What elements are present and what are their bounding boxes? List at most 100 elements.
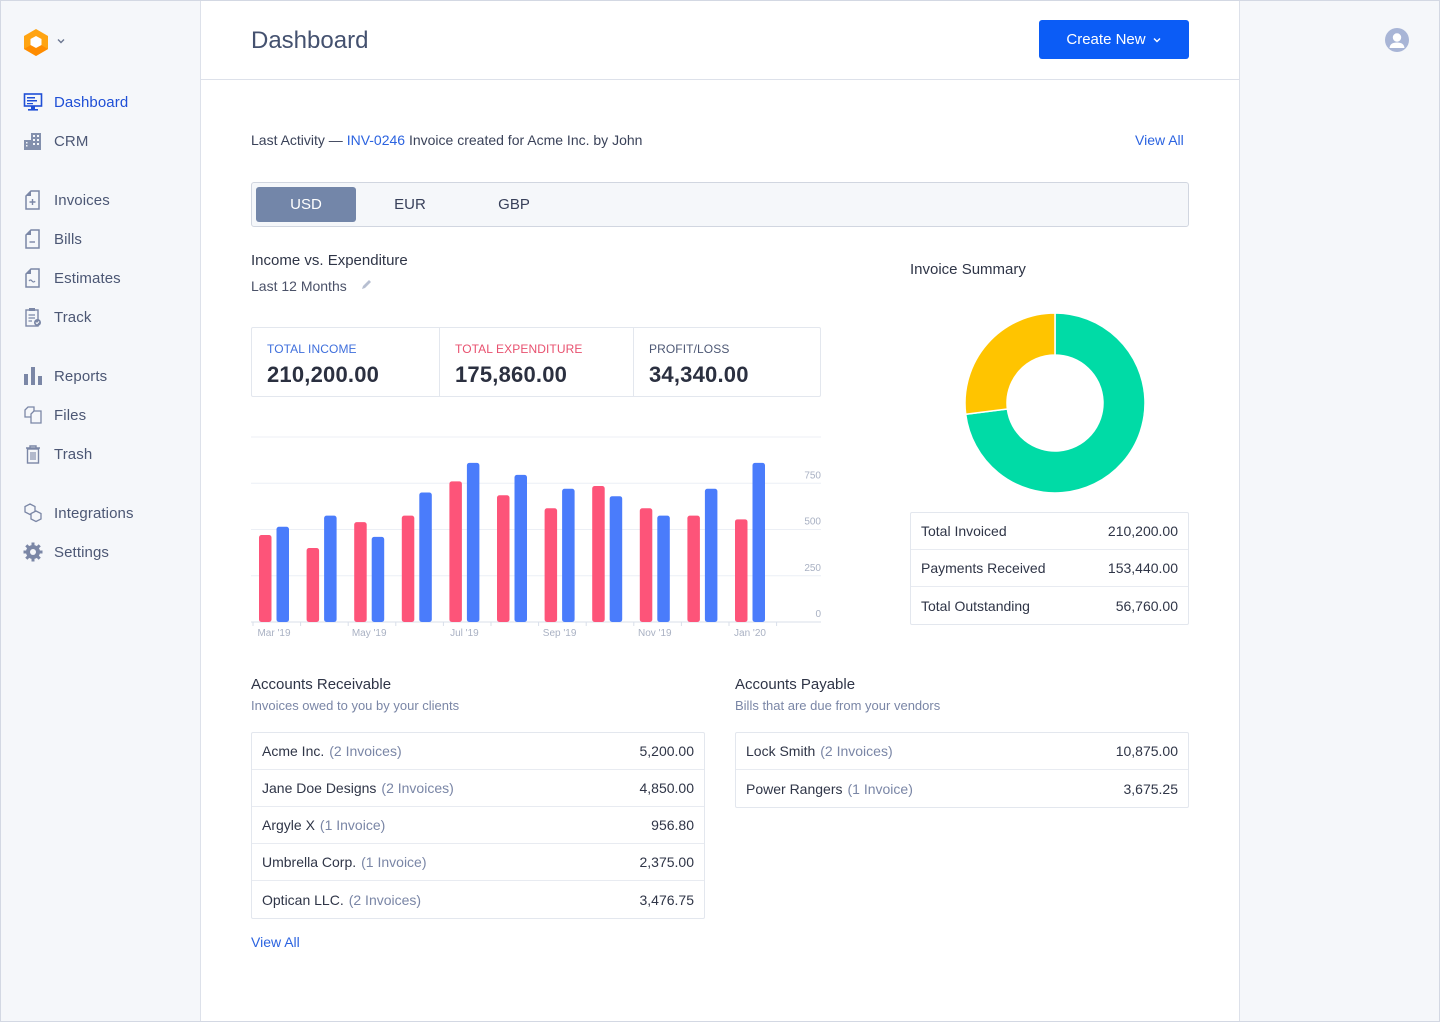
payable-list: Lock Smith (2 Invoices) 10,875.00 Power R… xyxy=(735,732,1189,808)
user-avatar-icon[interactable] xyxy=(1385,28,1409,52)
x-tick-label: Nov '19 xyxy=(638,628,672,639)
invoice-count: (2 Invoices) xyxy=(820,743,893,759)
sidebar: Dashboard CRM Invoices Bills Estimates T… xyxy=(1,1,201,1021)
invoice-count: (1 Invoice) xyxy=(847,780,913,797)
sidebar-item-label: Trash xyxy=(54,445,93,463)
sidebar-item-crm[interactable]: CRM xyxy=(23,129,88,153)
stat-value: 175,860.00 xyxy=(455,362,568,387)
bar-expenditure xyxy=(687,515,700,622)
last-activity: Last Activity — INV-0246 Invoice created… xyxy=(251,132,642,148)
client-name: Argyle X xyxy=(262,817,315,833)
stat-value: 34,340.00 xyxy=(649,362,749,387)
income-section-title: Income vs. Expenditure xyxy=(251,252,408,269)
stat-value: 210,200.00 xyxy=(267,362,380,387)
list-item[interactable]: Acme Inc. (2 Invoices) 5,200.00 xyxy=(252,733,704,770)
tab-gbp[interactable]: GBP xyxy=(464,187,564,222)
payable-title: Accounts Payable xyxy=(735,676,856,693)
client-name: Acme Inc. xyxy=(262,743,325,759)
bar-income xyxy=(657,515,670,622)
sidebar-item-label: Settings xyxy=(54,543,109,561)
income-stats: TOTAL INCOME 210,200.00 TOTAL EXPENDITUR… xyxy=(251,327,821,397)
sidebar-item-label: Dashboard xyxy=(54,93,129,111)
chevron-down-icon[interactable] xyxy=(55,35,67,47)
amount: 956.80 xyxy=(651,817,694,833)
list-item[interactable]: Lock Smith (2 Invoices) 10,875.00 xyxy=(736,733,1188,770)
hexagon-logo-icon[interactable] xyxy=(22,28,50,56)
pencil-icon[interactable] xyxy=(360,278,373,291)
invoice-summary-table: Total Invoiced 210,200.00 Payments Recei… xyxy=(910,512,1189,625)
bar-expenditure xyxy=(592,486,605,622)
sidebar-item-label: Integrations xyxy=(54,504,134,522)
x-tick-label: Sep '19 xyxy=(543,628,577,639)
tab-usd[interactable]: USD xyxy=(256,187,356,222)
gear-icon xyxy=(23,542,43,562)
tab-eur[interactable]: EUR xyxy=(360,187,460,222)
amount: 5,200.00 xyxy=(639,743,695,759)
list-item[interactable]: Optican LLC. (2 Invoices) 3,476.75 xyxy=(252,881,704,918)
buildings-icon xyxy=(23,131,43,151)
stat-label: TOTAL EXPENDITURE xyxy=(455,342,583,356)
bar-income xyxy=(609,496,623,622)
sidebar-item-trash[interactable]: Trash xyxy=(23,442,92,466)
bar-income xyxy=(324,515,337,622)
sidebar-item-track[interactable]: Track xyxy=(23,305,91,329)
sidebar-item-dashboard[interactable]: Dashboard xyxy=(23,90,128,114)
chevron-down-icon xyxy=(1153,37,1161,42)
sidebar-item-settings[interactable]: Settings xyxy=(23,540,109,564)
create-new-label: Create New xyxy=(1066,31,1146,48)
summary-value: 56,760.00 xyxy=(1115,597,1178,614)
sidebar-item-label: Invoices xyxy=(54,191,110,209)
monitor-icon xyxy=(23,92,43,112)
sidebar-item-bills[interactable]: Bills xyxy=(23,227,82,251)
summary-label: Total Outstanding xyxy=(921,597,1030,614)
receivable-title: Accounts Receivable xyxy=(251,676,392,693)
list-item[interactable]: Power Rangers (1 Invoice) 3,675.25 xyxy=(736,770,1188,807)
bar-income xyxy=(276,526,289,622)
activity-view-all-link[interactable]: View All xyxy=(1135,132,1184,148)
bar-expenditure xyxy=(497,495,510,622)
sidebar-item-invoices[interactable]: Invoices xyxy=(23,188,110,212)
amount: 2,375.00 xyxy=(639,854,695,870)
summary-value: 153,440.00 xyxy=(1107,560,1178,576)
stat-total-expenditure: TOTAL EXPENDITURE 175,860.00 xyxy=(440,328,634,396)
activity-invoice-link[interactable]: INV-0246 xyxy=(347,132,405,148)
x-tick-label: Jan '20 xyxy=(734,628,766,639)
list-item[interactable]: Argyle X (1 Invoice) 956.80 xyxy=(252,807,704,844)
bar-expenditure xyxy=(735,519,748,622)
amount: 3,675.25 xyxy=(1123,780,1179,797)
sidebar-item-files[interactable]: Files xyxy=(23,403,86,427)
list-item[interactable]: Jane Doe Designs (2 Invoices) 4,850.00 xyxy=(252,770,704,807)
client-name: Jane Doe Designs xyxy=(262,780,377,796)
summary-value: 210,200.00 xyxy=(1107,523,1178,539)
sidebar-item-label: CRM xyxy=(54,132,89,150)
bar-expenditure xyxy=(306,548,320,622)
sidebar-item-label: Track xyxy=(54,308,92,326)
client-name: Umbrella Corp. xyxy=(262,854,357,870)
receivable-view-all-link[interactable]: View All xyxy=(251,934,300,950)
bar-income xyxy=(371,536,385,622)
summary-label: Total Invoiced xyxy=(921,523,1007,539)
sidebar-item-integrations[interactable]: Integrations xyxy=(23,501,134,525)
invoice-count: (1 Invoice) xyxy=(319,817,386,833)
files-icon xyxy=(23,405,43,425)
client-name: Optican LLC. xyxy=(262,891,344,908)
sidebar-item-reports[interactable]: Reports xyxy=(23,364,107,388)
x-tick-label: May '19 xyxy=(352,628,387,639)
receivable-subtitle: Invoices owed to you by your clients xyxy=(251,698,460,713)
amount: 10,875.00 xyxy=(1115,743,1178,759)
receivable-list: Acme Inc. (2 Invoices) 5,200.00 Jane Doe … xyxy=(251,732,705,919)
y-tick-label: 750 xyxy=(804,470,821,481)
bar-expenditure xyxy=(449,481,462,622)
amount: 4,850.00 xyxy=(639,780,695,796)
donut-slice-total-outstanding xyxy=(964,312,1056,416)
bar-expenditure xyxy=(259,535,272,622)
list-item[interactable]: Umbrella Corp. (1 Invoice) 2,375.00 xyxy=(252,844,704,881)
activity-prefix: Last Activity — xyxy=(251,132,343,148)
income-period: Last 12 Months xyxy=(251,278,347,294)
sidebar-item-estimates[interactable]: Estimates xyxy=(23,266,121,290)
create-new-button[interactable]: Create New xyxy=(1039,20,1189,59)
bar-expenditure xyxy=(639,508,653,622)
y-tick-label: 0 xyxy=(815,609,821,620)
bar-expenditure xyxy=(354,522,367,622)
bar-expenditure xyxy=(401,515,415,622)
